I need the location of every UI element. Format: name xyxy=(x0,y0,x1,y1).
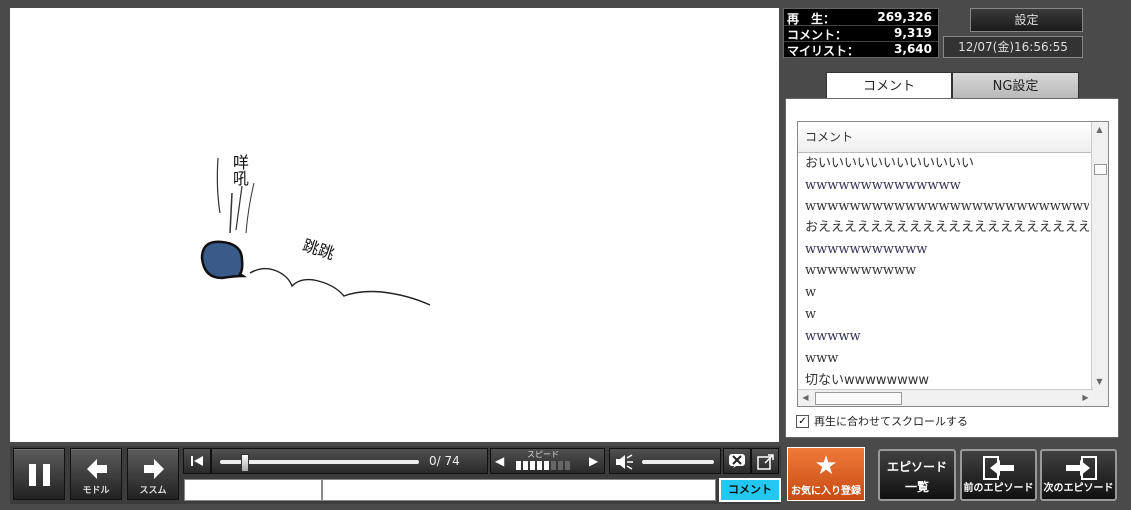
seek-handle[interactable] xyxy=(241,454,249,472)
speed-down-icon[interactable]: ◀ xyxy=(495,454,504,468)
skip-start-icon xyxy=(191,456,203,466)
autoscroll-option[interactable]: ✓ 再生に合わせてスクロールする xyxy=(796,413,1116,429)
arrow-right-icon xyxy=(144,459,164,479)
comment-list[interactable]: コメント おいいいいいいいいいいいい wwwwwwwwwwwwww wwwwww… xyxy=(797,121,1109,407)
arrow-left-icon xyxy=(87,459,107,479)
forward-label: ススム xyxy=(139,486,167,496)
list-item[interactable]: wwwwwwwwwwwwww xyxy=(805,175,1089,196)
list-item[interactable]: www xyxy=(805,348,1089,369)
list-item[interactable]: 切ないwwwwwwww xyxy=(805,370,1089,391)
stat-play-label: 再 生： xyxy=(787,12,836,26)
stat-comment-value: 9,319 xyxy=(894,26,932,40)
list-item[interactable]: wwwwwwwwwww xyxy=(805,239,1089,260)
blob-shape xyxy=(200,240,248,280)
list-item[interactable]: wwwwwwwwwwwwwwwwwwwwwwwwwwww xyxy=(805,196,1089,217)
pause-button[interactable] xyxy=(13,448,65,500)
fullscreen-button[interactable] xyxy=(751,448,779,474)
back-button[interactable]: モドル xyxy=(70,448,122,500)
seek-slider[interactable] xyxy=(220,460,419,464)
next-episode-button[interactable]: 次のエピソード xyxy=(1040,449,1117,501)
list-item[interactable]: おえええええええええええええええええええええ xyxy=(805,217,1089,238)
stat-comment: コメント： 9,319 xyxy=(787,26,932,42)
star-icon: ★ xyxy=(814,451,838,481)
stat-mylist: マイリスト： 3,640 xyxy=(787,42,932,58)
comment-submit-button[interactable]: コメント xyxy=(719,478,781,502)
scrollbar-thumb[interactable] xyxy=(1094,164,1107,175)
list-item[interactable]: wwwwwwwwww xyxy=(805,260,1089,281)
stat-play-value: 269,326 xyxy=(877,10,932,24)
stat-mylist-label: マイリスト： xyxy=(787,44,860,58)
volume-icon[interactable] xyxy=(614,453,634,471)
horizontal-scrollbar[interactable]: ◀ ▶ xyxy=(798,389,1093,406)
time-display: 0/ 74 xyxy=(429,454,460,468)
vertical-scrollbar[interactable]: ▲ ▼ xyxy=(1091,122,1108,406)
scroll-left-icon[interactable]: ◀ xyxy=(798,390,813,405)
autoscroll-label: 再生に合わせてスクロールする xyxy=(814,415,968,428)
next-episode-label: 次のエピソード xyxy=(1043,483,1114,494)
comment-list-header[interactable]: コメント xyxy=(798,122,1092,153)
list-item[interactable]: wwwww xyxy=(805,326,1089,347)
prev-episode-button[interactable]: 前のエピソード xyxy=(960,449,1037,501)
video-frame xyxy=(200,157,431,306)
stat-play: 再 生： 269,326 xyxy=(787,10,932,26)
forward-button[interactable]: ススム xyxy=(127,448,179,500)
episode-list-button[interactable]: エピソード 一覧 xyxy=(878,449,956,501)
video-player[interactable]: 咩吼 跳跳 xyxy=(10,8,779,442)
add-favorite-button[interactable]: ★ お気に入り登録 xyxy=(787,447,865,501)
back-label: モドル xyxy=(82,486,110,496)
speed-label: スピード xyxy=(527,450,559,459)
stat-comment-label: コメント： xyxy=(787,28,848,42)
speed-control: ◀ スピード ▶ xyxy=(490,448,605,474)
command-input[interactable] xyxy=(184,479,322,501)
volume-control xyxy=(609,448,721,474)
datetime-display: 12/07(金)16:56:55 xyxy=(943,36,1083,58)
favorite-label: お気に入り登録 xyxy=(791,486,861,497)
scroll-up-icon[interactable]: ▲ xyxy=(1092,122,1107,137)
fullscreen-icon xyxy=(757,454,774,470)
list-item[interactable]: w xyxy=(805,282,1089,303)
comment-off-icon xyxy=(729,454,745,468)
speed-level-meter xyxy=(516,461,570,470)
episode-list-label-1: エピソード xyxy=(886,460,947,474)
tab-ng-settings[interactable]: NG設定 xyxy=(952,72,1079,100)
hscrollbar-thumb[interactable] xyxy=(815,392,902,405)
prev-episode-label: 前のエピソード xyxy=(963,483,1034,494)
comment-toggle-button[interactable] xyxy=(723,448,751,474)
settings-button[interactable]: 設定 xyxy=(970,8,1083,32)
comment-input[interactable] xyxy=(322,479,716,501)
list-item[interactable]: w xyxy=(805,304,1089,325)
stats-box: 再 生： 269,326 コメント： 9,319 マイリスト： 3,640 xyxy=(783,8,939,58)
pause-icon xyxy=(29,464,36,486)
column-header-comment: コメント xyxy=(805,130,854,144)
scroll-right-icon[interactable]: ▶ xyxy=(1078,390,1093,405)
video-label-roar: 咩吼 xyxy=(230,154,249,186)
episode-list-label-2: 一覧 xyxy=(904,480,929,494)
seek-toolbar: 0/ 74 ◀ スピード ▶ xyxy=(183,446,780,476)
scroll-down-icon[interactable]: ▼ xyxy=(1092,374,1107,389)
list-item[interactable]: おいいいいいいいいいいいい xyxy=(805,153,1089,174)
volume-slider[interactable] xyxy=(642,460,714,464)
autoscroll-checkbox[interactable]: ✓ xyxy=(796,415,809,428)
stat-mylist-value: 3,640 xyxy=(894,42,932,56)
seek-area: 0/ 74 xyxy=(211,448,488,474)
speed-up-icon[interactable]: ▶ xyxy=(589,454,598,468)
skip-start-button[interactable] xyxy=(183,448,211,474)
